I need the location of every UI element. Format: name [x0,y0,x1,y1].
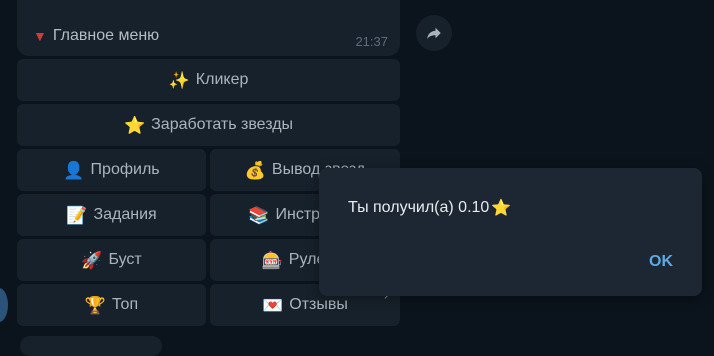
bottom-pill[interactable] [20,336,162,356]
slot-machine-icon: 🎰 [261,250,283,270]
user-icon: 👤 [63,160,85,180]
dialog-message: Ты получил(а) 0.10 ⭐ [348,198,511,218]
keyboard-button-tasks[interactable]: 📝 Задания [17,194,206,236]
keyboard-button-boost[interactable]: 🚀 Буст [17,239,206,281]
share-arrow-icon [427,27,441,39]
button-label: Буст [108,251,142,268]
keyboard-button-earn-stars[interactable]: ⭐ Заработать звезды [17,104,400,146]
button-label: Заработать звезды [151,116,294,133]
red-triangle-down-icon: ▼ [33,28,47,44]
trophy-icon: 🏆 [84,295,107,315]
rocket-icon: 🚀 [81,250,103,270]
share-button[interactable] [416,15,452,51]
star-icon: ⭐ [123,115,146,135]
sparkles-icon: ✨ [168,70,190,90]
dialog-message-text: Ты получил(а) 0.10 [348,199,490,216]
memo-icon: 📝 [66,205,88,225]
money-bag-icon: 💰 [244,160,266,180]
books-icon: 📚 [248,205,270,225]
ok-button[interactable]: OK [649,253,673,271]
keyboard-button-profile[interactable]: 👤 Профиль [17,149,206,191]
button-label: Отзывы [289,296,348,313]
message-label: Главное меню [52,27,160,44]
button-label: Профиль [90,161,160,178]
button-label: Кликер [195,71,249,88]
button-label: Задания [93,206,157,223]
keyboard-button-top[interactable]: 🏆 Топ [17,284,206,326]
message-bubble: ▼ Главное меню 21:37 [17,0,400,56]
star-icon: ⭐ [491,200,512,217]
love-letter-icon: 💌 [262,295,284,315]
button-label: Топ [112,296,139,313]
keyboard-button-clicker[interactable]: ✨ Кликер [17,59,400,101]
alert-dialog: Ты получил(а) 0.10 ⭐ OK [319,168,702,296]
user-avatar[interactable] [0,288,8,322]
message-text: ▼ Главное меню [33,27,159,45]
message-time: 21:37 [355,34,388,49]
